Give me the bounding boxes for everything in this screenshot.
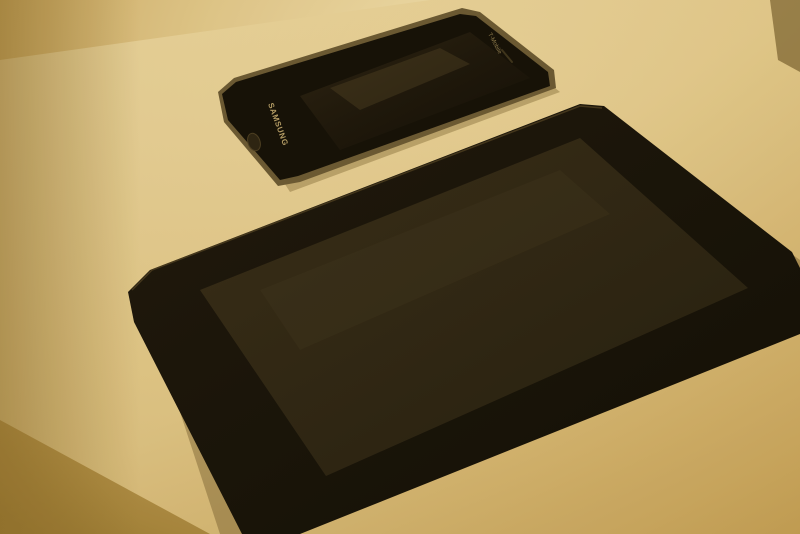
vignette [0, 0, 800, 534]
photo-canvas: SAMSUNG T-Mobile [0, 0, 800, 534]
photo-scene: SAMSUNG T-Mobile [0, 0, 800, 534]
